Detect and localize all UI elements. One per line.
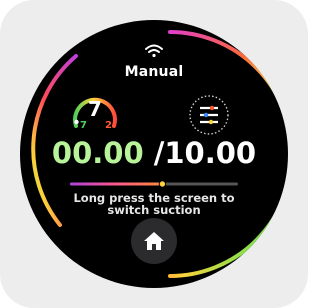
gauge-min-label: 7 (80, 120, 87, 131)
timer-progress-bar[interactable] (70, 179, 238, 189)
settings-button[interactable] (188, 94, 230, 136)
suction-level: 7 (88, 97, 102, 121)
total-time: /10.00 (153, 136, 257, 170)
mode-title: Manual (124, 64, 184, 80)
home-icon (144, 232, 164, 250)
home-button[interactable] (131, 218, 177, 264)
wifi-icon (145, 44, 163, 58)
instruction-text: Long press the screen to switch suction (20, 192, 288, 216)
watch-screen[interactable]: Manual 7 7 2 00.00 /10.00 Long press the… (20, 20, 288, 288)
elapsed-time: 00.00 (51, 136, 144, 170)
device-frame: Manual 7 7 2 00.00 /10.00 Long press the… (0, 0, 308, 308)
timer-display: 00.00 /10.00 (20, 136, 288, 170)
sliders-icon (200, 105, 218, 125)
gauge-max-label: 2 (105, 120, 112, 131)
instruction-line-2: switch suction (107, 203, 201, 217)
